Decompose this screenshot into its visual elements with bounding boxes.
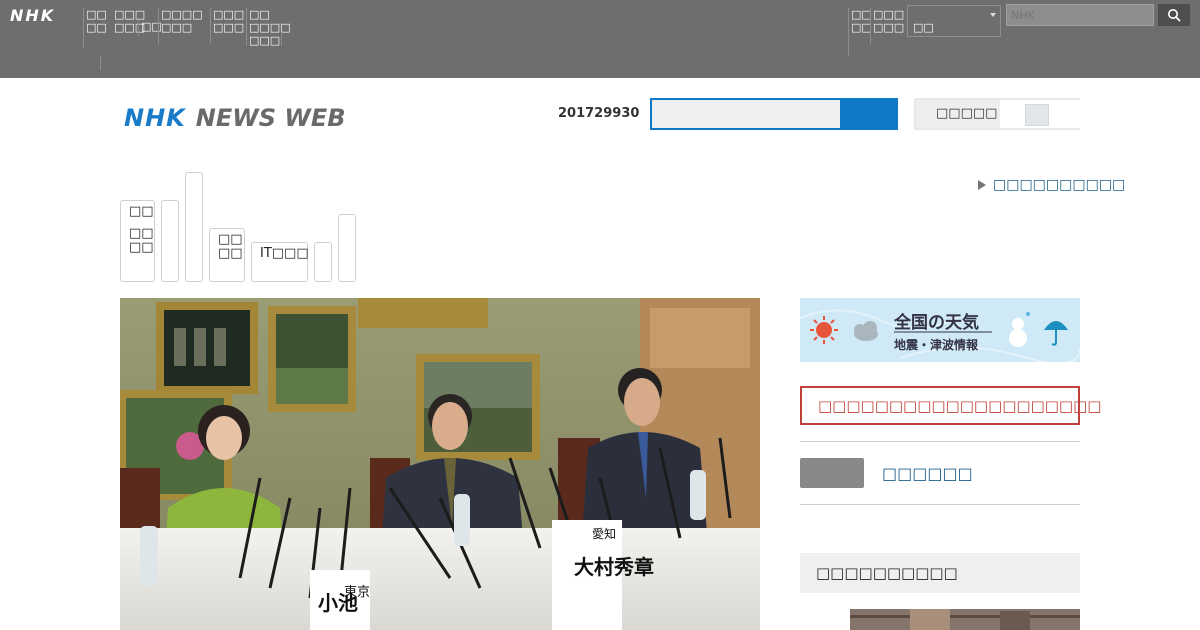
global-link-6-line1: □□ [249,8,270,21]
divider [800,504,1080,505]
toggle-label: □□□□□ [936,106,998,121]
nameplate-left-name: 小池 [318,591,358,615]
global-link-4-line1: □□□□ [161,8,203,21]
global-link-6-line2: □□□□ [249,21,291,34]
ranking-heading: □□□□□□□□□□ [800,553,1080,593]
chevron-down-icon [990,13,996,17]
tab-genre-7[interactable] [338,214,356,282]
ranking-thumbnail[interactable] [850,609,1080,630]
tab-genre-it-label: IT□□□ [260,246,309,261]
global-link-5-line1: □□□ [213,8,245,21]
region-select-value: □□ [913,21,934,34]
top-story-photo[interactable]: 東京 小池 愛知 大村秀章 [120,298,760,630]
toggle-track[interactable] [1000,100,1080,128]
divider [800,441,1080,442]
global-link-5-line2: □□□ [213,21,245,34]
global-link-1-line1: □□ [86,8,107,21]
global-search-button[interactable] [1158,4,1190,26]
news-search-input[interactable] [650,98,842,130]
global-link-4[interactable]: □□□□ □□□ [158,8,203,44]
tab-genre-it[interactable]: IT□□□ [251,242,309,282]
weather-banner[interactable]: 全国の天気 地震・津波情報 [800,298,1080,362]
display-toggle[interactable]: □□□□□ [914,98,1080,130]
global-link-4-line2: □□□ [161,21,193,34]
region-select[interactable]: □□ [907,5,1001,37]
global-link-6-line3: □□□ [249,34,281,47]
all-news-link-label: □□□□□□□□□□ [993,177,1126,193]
tab-genre-6[interactable] [314,242,332,282]
tab-genre-1-line3: □□ [129,240,154,255]
tab-genre-3[interactable] [185,172,203,282]
sun-icon [810,316,838,344]
umbrella-icon [1044,321,1068,346]
sidebar-link[interactable]: □□□□□□ [882,464,973,483]
global-link-7[interactable]: □□ □□ [848,8,872,56]
global-link-7-line2: □□ [851,21,872,34]
brand-news-web: NEWS WEB [195,104,346,132]
triangle-right-icon [978,180,986,190]
nhk-logo[interactable]: NHK [10,6,55,25]
category-badge[interactable] [800,458,864,488]
cloud-icon [854,321,878,341]
toggle-knob[interactable] [1025,104,1049,126]
global-link-7-line1: □□ [851,8,872,21]
all-news-link[interactable]: □□□□□□□□□□ [978,177,1125,193]
global-divider [281,32,284,46]
global-nav-bar: NHK □□ □□ □□□ □□□ □□ □□□□ □□□ □□□ □□□ □□… [0,0,1200,78]
tab-genre-1-line1: □□ [129,204,154,219]
global-link-8[interactable]: □□□ □□□ [870,8,904,44]
alert-banner[interactable]: □□□□□□□□□□□□□□□□□□□□ [800,386,1101,425]
search-icon [1168,9,1181,22]
tab-genre-1-line2: □□ [129,226,154,241]
global-search-input[interactable] [1006,4,1154,26]
tab-genre-4-line1: □□ [218,232,243,247]
nameplate-center-pref: 愛知 [592,527,616,541]
tab-genre-2[interactable] [161,200,179,282]
global-link-5[interactable]: □□□ □□□ [210,8,244,44]
date-stamp: 201729930 [558,106,640,121]
nhk-news-web-logo[interactable]: NHK NEWS WEB [124,104,346,132]
nameplate-center-name: 大村秀章 [574,555,654,579]
tab-genre-1[interactable]: □□ □□ □□ [120,200,155,282]
global-link-1-line2: □□ [86,21,107,34]
tab-genre-4-line2: □□ [218,246,243,261]
brand-nhk: NHK [124,104,186,132]
global-link-8-line1: □□□ [873,8,905,21]
weather-title: 全国の天気 [894,313,979,333]
snowman-icon [1009,312,1030,347]
global-divider-lower [100,56,103,70]
ranking-thumbnail-image [850,609,1080,630]
tab-genre-4[interactable]: □□ □□ [209,228,245,282]
global-link-1[interactable]: □□ □□ [83,8,107,48]
global-link-8-line2: □□□ [873,21,905,34]
weather-subtitle: 地震・津波情報 [894,338,979,352]
news-search-button[interactable] [842,98,898,130]
press-conference-image: 東京 小池 愛知 大村秀章 [120,298,760,630]
